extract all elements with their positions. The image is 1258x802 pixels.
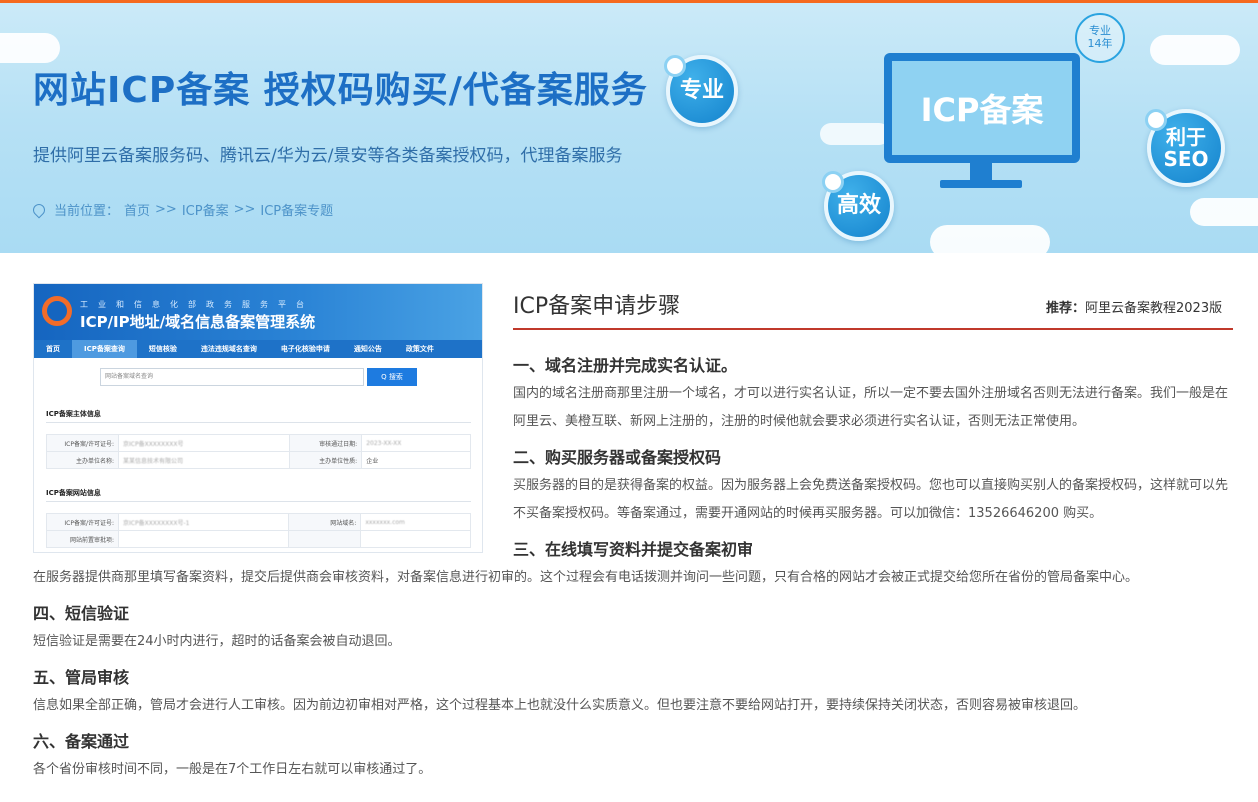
table-cell: 主办单位性质:: [289, 451, 363, 469]
breadcrumb-icp-link[interactable]: ICP备案: [182, 200, 229, 219]
table-cell: 京ICP备XXXXXXXX号: [117, 434, 291, 452]
screenshot-section-title: ICP备案主体信息: [46, 410, 101, 418]
step-heading: 六、备案通过: [33, 732, 130, 751]
cloud-decoration: [1190, 198, 1258, 226]
breadcrumb: 当前位置： 首页 >> ICP备案 >> ICP备案专题: [30, 200, 333, 219]
table-cell: xxxxxxx.com: [360, 513, 471, 531]
bubble-label: 利于: [1166, 125, 1206, 149]
page-title: 网站ICP备案 授权码购买/代备案服务: [33, 70, 648, 111]
table-row: 网站前置审批项:: [46, 530, 471, 548]
screenshot-table: ICP备案/许可证号: 京ICP备XXXXXXXX号-1 网站域名: xxxxx…: [46, 513, 471, 548]
screenshot-section-title: ICP备案网站信息: [46, 489, 101, 497]
bubble-dot: [664, 55, 686, 77]
years-badge: 专业 14年: [1075, 13, 1125, 63]
bubble-label: SEO: [1163, 147, 1209, 171]
section-divider: [513, 328, 1233, 330]
step-heading: 五、管局审核: [33, 668, 130, 687]
step-heading: 二、购买服务器或备案授权码: [513, 448, 722, 467]
screenshot-nav-item: ICP备案查询: [72, 340, 137, 358]
screenshot-divider: [46, 422, 471, 423]
miit-logo-icon: [42, 296, 72, 326]
step-body: 在服务器提供商那里填写备案资料，提交后提供商会审核资料，对备案信息进行初审的。这…: [33, 570, 1139, 585]
page-subtitle: 提供阿里云备案服务码、腾讯云/华为云/景安等各类备案授权码，代理备案服务: [33, 146, 623, 166]
step-body: 国内的域名注册商那里注册一个域名，才可以进行实名认证，所以一定不要去国外注册域名…: [513, 386, 1229, 429]
bubble-label: 专业: [679, 77, 724, 103]
screenshot-nav: 首页 ICP备案查询 短信核验 违法违规域名查询 电子化核验申请 通知公告 政策…: [34, 340, 482, 358]
section-title: ICP备案申请步骤: [513, 294, 681, 319]
screenshot-search-input: 网站备案域名查询: [100, 368, 364, 386]
table-cell: 网站域名:: [288, 513, 362, 531]
table-cell: [117, 530, 290, 548]
table-cell: ICP备案/许可证号:: [46, 434, 119, 452]
bubble-seo: 利于 SEO: [1145, 109, 1225, 187]
table-row: ICP备案/许可证号: 京ICP备XXXXXXXX号-1 网站域名: xxxxx…: [46, 513, 471, 531]
table-cell: 审核通过日期:: [289, 434, 363, 452]
step-heading: 四、短信验证: [33, 604, 130, 623]
screenshot-header: 工业和信息化部政务服务平台 ICP/IP地址/域名信息备案管理系统: [34, 284, 482, 340]
monitor-text: ICP备案: [920, 91, 1044, 129]
step-body: 买服务器的目的是获得备案的权益。因为服务器上会免费送备案授权码。您也可以直接购买…: [513, 478, 1229, 521]
table-cell: 主办单位名称:: [46, 451, 119, 469]
step-body: 短信验证是需要在24小时内进行，超时的话备案会被自动退回。: [33, 634, 401, 649]
cloud-decoration: [820, 123, 890, 145]
cloud-decoration: [0, 33, 60, 63]
table-cell: 某某信息技术有限公司: [117, 451, 291, 469]
step-body: 信息如果全部正确，管局才会进行人工审核。因为前边初审相对严格，这个过程基本上也就…: [33, 698, 1087, 713]
screenshot-table: ICP备案/许可证号: 京ICP备XXXXXXXX号 审核通过日期: 2023-…: [46, 434, 471, 469]
table-cell: [360, 530, 471, 548]
screenshot-nav-item: 短信核验: [148, 345, 177, 353]
table-cell: 2023-XX-XX: [361, 434, 471, 452]
breadcrumb-separator: >>: [233, 202, 256, 217]
table-cell: ICP备案/许可证号:: [46, 513, 119, 531]
screenshot-divider: [46, 501, 471, 502]
bubble-efficient: 高效: [822, 171, 894, 241]
table-row: 主办单位名称: 某某信息技术有限公司 主办单位性质: 企业: [46, 451, 471, 469]
screenshot-nav-item: 违法违规域名查询: [200, 345, 257, 353]
bubble-dot: [1145, 109, 1167, 131]
recommend-link[interactable]: 阿里云备案教程2023版: [1085, 301, 1222, 316]
step-body: 各个省份审核时间不同，一般是在7个工作日左右就可以审核通过了。: [33, 762, 432, 777]
bubble-label: 高效: [836, 192, 881, 218]
breadcrumb-topic-link[interactable]: ICP备案专题: [260, 200, 333, 219]
screenshot-nav-item: 政策文件: [405, 345, 434, 353]
cloud-decoration: [930, 225, 1050, 253]
screenshot-nav-item: 通知公告: [353, 345, 382, 353]
step-heading: 一、域名注册并完成实名认证。: [513, 356, 738, 375]
screenshot-nav-item: 电子化核验申请: [280, 345, 330, 353]
screenshot-system-title: ICP/IP地址/域名信息备案管理系统: [80, 313, 316, 331]
bubble-professional: 专业: [664, 55, 738, 127]
screenshot-org-name: 工业和信息化部政务服务平台: [80, 300, 314, 309]
recommend: 推荐：阿里云备案教程2023版: [1046, 297, 1222, 316]
table-cell: 企业: [361, 451, 471, 469]
miit-system-screenshot: 工业和信息化部政务服务平台 ICP/IP地址/域名信息备案管理系统 首页 ICP…: [33, 283, 483, 553]
breadcrumb-prefix: 当前位置：: [54, 204, 120, 219]
breadcrumb-home-link[interactable]: 首页: [124, 200, 150, 219]
monitor-illustration: ICP备案: [884, 53, 1080, 163]
table-cell: 网站前置审批项:: [46, 530, 119, 548]
page-banner: 网站ICP备案 授权码购买/代备案服务 提供阿里云备案服务码、腾讯云/华为云/景…: [0, 3, 1258, 253]
monitor-base: [940, 180, 1022, 188]
step-heading: 三、在线填写资料并提交备案初审: [513, 540, 754, 559]
location-pin-icon: [30, 201, 48, 218]
monitor-stand: [970, 163, 992, 181]
cloud-decoration: [1150, 35, 1240, 65]
bubble-dot: [822, 171, 844, 193]
screenshot-nav-item: 首页: [46, 345, 60, 353]
table-row: ICP备案/许可证号: 京ICP备XXXXXXXX号 审核通过日期: 2023-…: [46, 434, 471, 452]
monitor-screen: ICP备案: [892, 61, 1072, 155]
table-cell: 京ICP备XXXXXXXX号-1: [117, 513, 290, 531]
breadcrumb-separator: >>: [155, 202, 177, 217]
table-cell: [288, 530, 362, 548]
years-badge-bottom: 14年: [1087, 37, 1113, 50]
screenshot-search-button: Q 搜索: [367, 368, 417, 386]
recommend-label: 推荐：: [1046, 301, 1086, 316]
